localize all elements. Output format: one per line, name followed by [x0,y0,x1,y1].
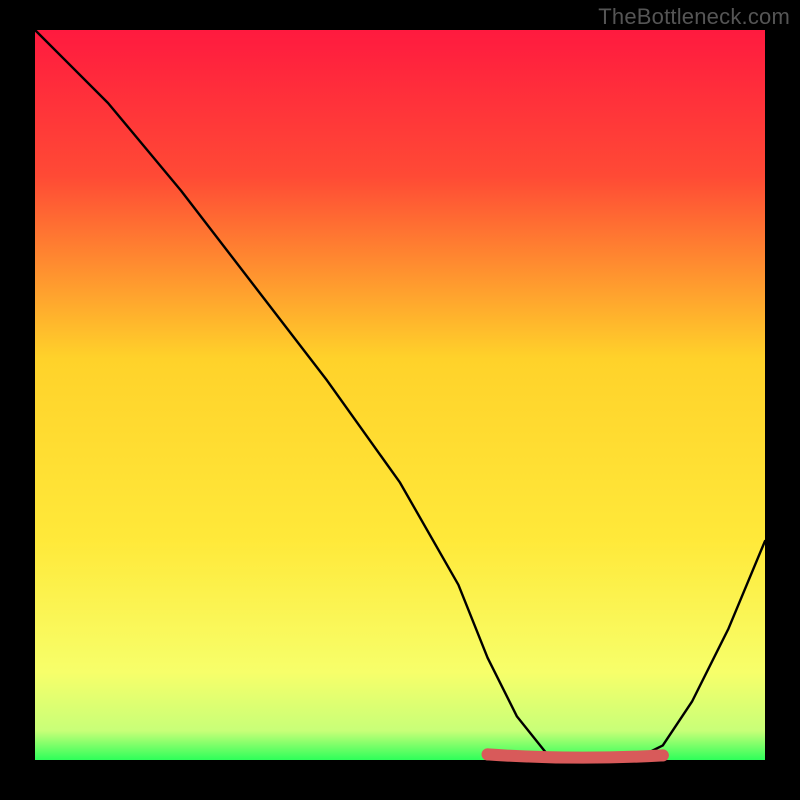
chart-frame: TheBottleneck.com [0,0,800,800]
watermark-text: TheBottleneck.com [598,4,790,30]
chart-svg [35,30,765,760]
gradient-background [35,30,765,760]
optimum-marker-dot-right [657,749,669,761]
plot-area [35,30,765,760]
optimum-marker-dot-left [482,748,494,760]
optimum-marker-band [488,754,663,757]
